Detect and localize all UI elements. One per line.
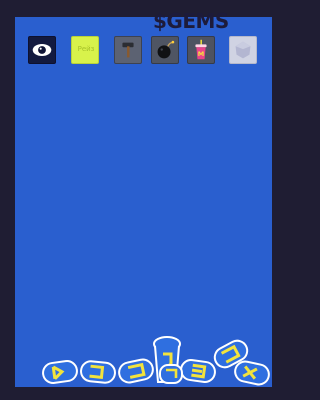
hammer-icon [122, 42, 134, 58]
cup-piece[interactable] [232, 358, 272, 388]
eye-icon [32, 43, 52, 57]
cup-piece[interactable] [78, 358, 118, 386]
playfield[interactable] [15, 17, 272, 387]
gems-title: $GEMS [153, 9, 229, 33]
svg-text:M: M [198, 50, 204, 58]
brush-icon-label: Рейз [77, 45, 95, 53]
cup-piece[interactable] [40, 358, 80, 386]
cup-piece[interactable] [158, 362, 184, 386]
cup-tool-button[interactable]: M [187, 36, 215, 64]
bomb-tool-button[interactable] [151, 36, 179, 64]
bomb-icon [157, 40, 175, 59]
eye-tool-button[interactable] [28, 36, 56, 64]
gem-tool-button[interactable] [229, 36, 257, 64]
hammer-tool-button[interactable] [114, 36, 142, 64]
gem-icon [235, 41, 251, 59]
cup-icon: M [195, 39, 207, 60]
brush-tool-button[interactable]: Рейз [71, 36, 99, 64]
